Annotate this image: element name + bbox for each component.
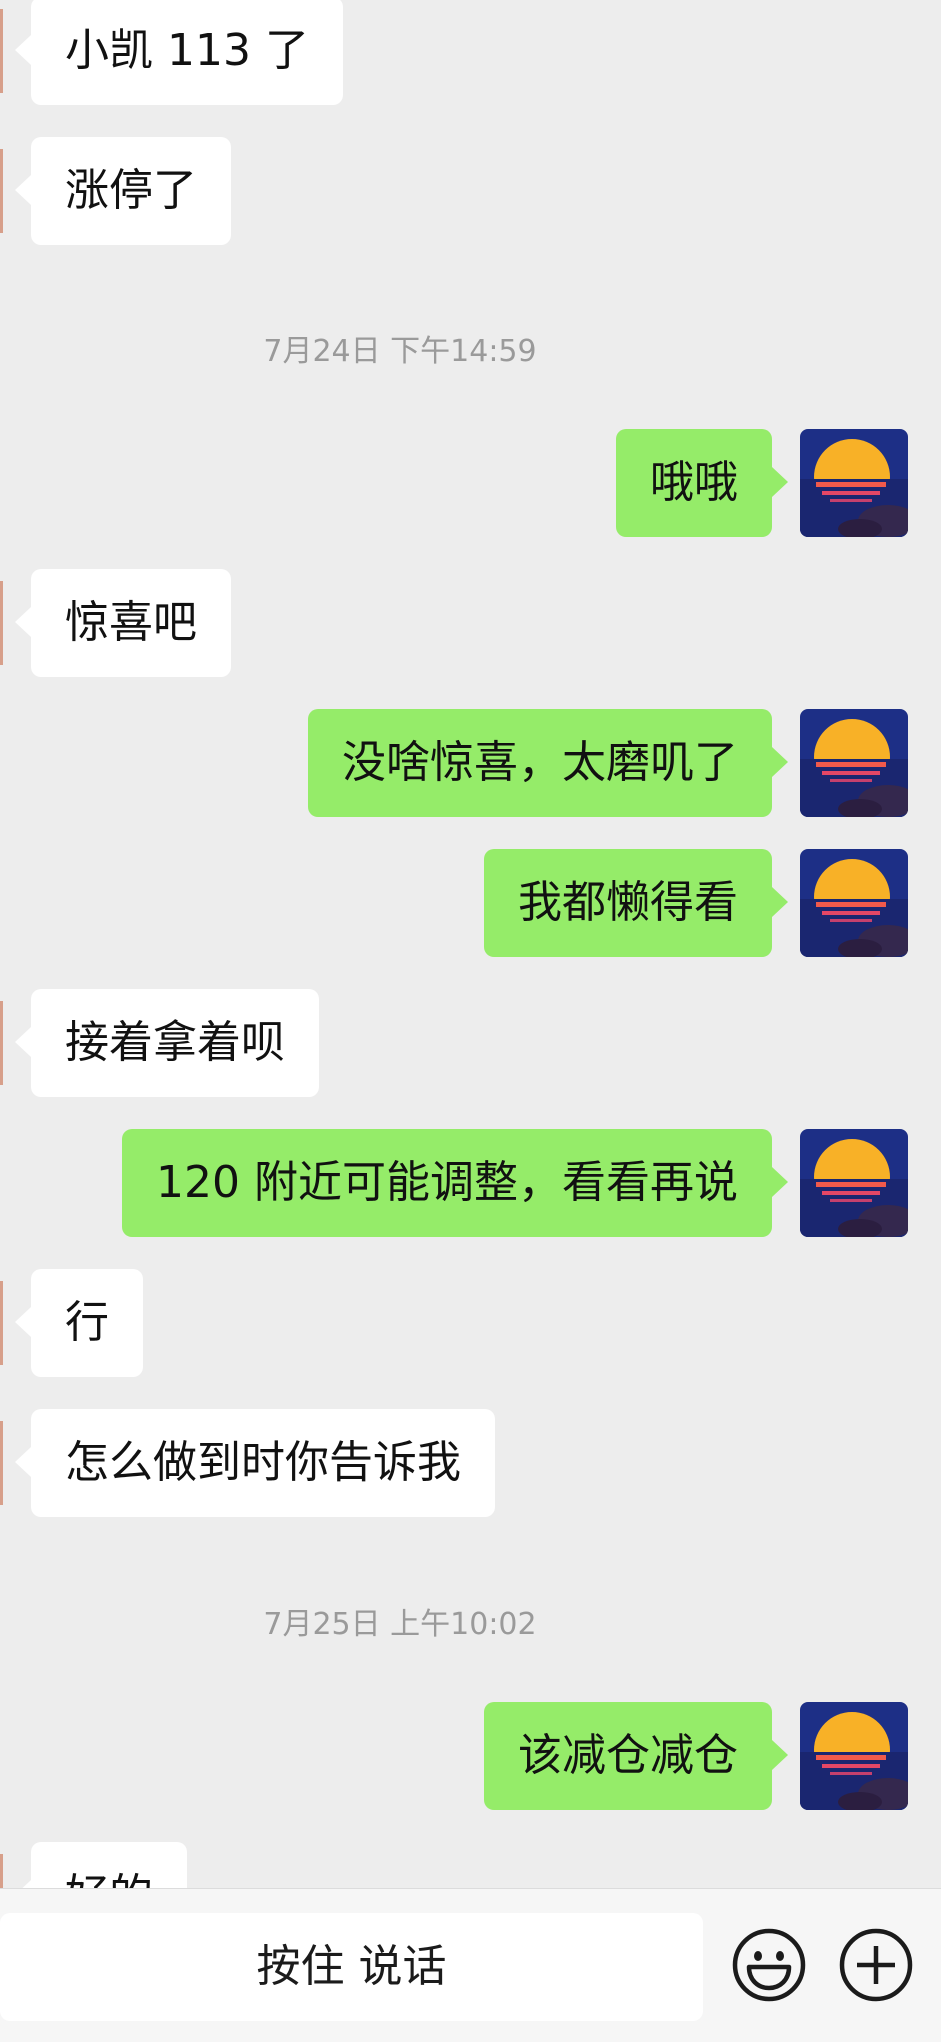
message-bubble[interactable]: 惊喜吧 [15,569,231,677]
message-bubble[interactable]: 接着拿着呗 [15,989,319,1097]
timestamp: 7月24日 下午14:59 [263,334,537,369]
message-bubble[interactable]: 涨停了 [15,137,231,245]
sender-avatar-edge[interactable] [0,581,3,665]
sender-avatar-edge[interactable] [0,9,3,93]
chat-messages[interactable]: 小凯 113 了 涨停了 7月24日 下午14:59 哦哦 惊喜吧 没啥惊喜，太… [0,0,941,1888]
my-avatar[interactable] [800,1129,908,1237]
message-row-incoming: 小凯 113 了 [0,0,941,105]
my-avatar[interactable] [800,709,908,817]
sender-avatar-edge[interactable] [0,1001,3,1085]
message-bubble[interactable]: 没啥惊喜，太磨叽了 [308,709,788,817]
message-row-incoming: 涨停了 [0,137,941,245]
emoji-icon[interactable] [731,1927,807,2003]
message-row-incoming: 惊喜吧 [0,569,941,677]
message-row-outgoing: 120 附近可能调整，看看再说 [0,1129,941,1237]
sender-avatar-edge[interactable] [0,1854,3,1888]
message-bubble[interactable]: 怎么做到时你告诉我 [15,1409,495,1517]
chat-input-bar: 按住 说话 [0,1888,941,2042]
message-row-outgoing: 该减仓减仓 [0,1702,941,1810]
sender-avatar-edge[interactable] [0,1421,3,1505]
message-row-incoming: 接着拿着呗 [0,989,941,1097]
my-avatar[interactable] [800,849,908,957]
plus-icon[interactable] [838,1927,914,2003]
message-row-outgoing: 没啥惊喜，太磨叽了 [0,709,941,817]
message-bubble[interactable]: 小凯 113 了 [15,0,343,105]
message-row-incoming: 好的 [0,1842,941,1888]
message-bubble[interactable]: 120 附近可能调整，看看再说 [122,1129,788,1237]
my-avatar[interactable] [800,1702,908,1810]
message-row-incoming: 行 [0,1269,941,1377]
sender-avatar-edge[interactable] [0,149,3,233]
timestamp: 7月25日 上午10:02 [263,1607,537,1642]
sender-avatar-edge[interactable] [0,1281,3,1365]
message-row-outgoing: 哦哦 [0,429,941,537]
message-bubble[interactable]: 我都懒得看 [484,849,788,957]
message-bubble[interactable]: 行 [15,1269,143,1377]
message-bubble[interactable]: 该减仓减仓 [484,1702,788,1810]
message-bubble[interactable]: 哦哦 [616,429,788,537]
my-avatar[interactable] [800,429,908,537]
message-row-incoming: 怎么做到时你告诉我 [0,1409,941,1517]
message-bubble[interactable]: 好的 [15,1842,187,1888]
hold-to-talk-button[interactable]: 按住 说话 [0,1913,703,2021]
message-row-outgoing: 我都懒得看 [0,849,941,957]
